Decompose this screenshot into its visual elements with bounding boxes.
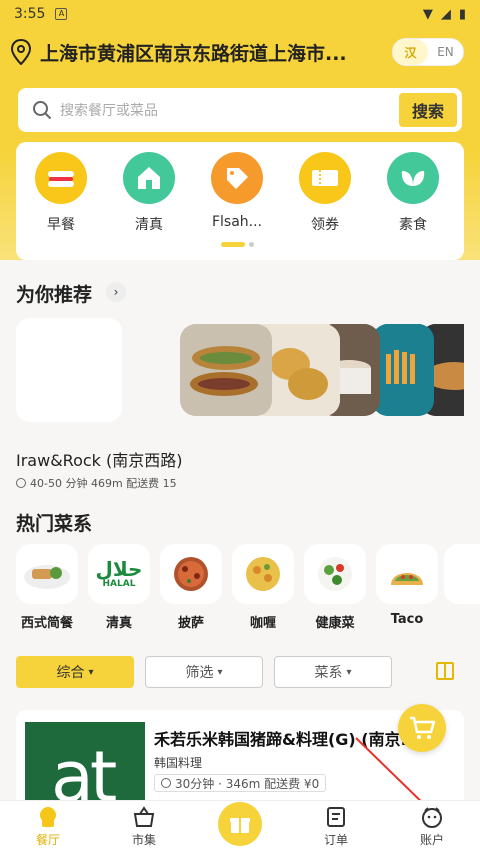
tag-icon bbox=[211, 152, 263, 204]
cuisine-label: Taco bbox=[390, 612, 424, 627]
delivery-info: 30分钟 · 346m 配送费 ¥0 bbox=[175, 776, 320, 791]
account-face-icon bbox=[422, 807, 442, 828]
search-input[interactable]: 搜索餐厅或菜品 bbox=[60, 100, 399, 120]
hotdog-icon bbox=[35, 152, 87, 204]
tab-restaurant[interactable]: 餐厅 bbox=[18, 805, 78, 848]
hot-cuisines-title: 热门菜系 bbox=[16, 513, 93, 535]
tab-market[interactable]: 市集 bbox=[114, 805, 174, 848]
curry-icon bbox=[232, 544, 294, 604]
restaurant-logo: at bbox=[25, 722, 145, 810]
food-image-burrito bbox=[180, 324, 272, 416]
tab-account[interactable]: 账户 bbox=[402, 805, 462, 848]
category-coupon[interactable]: 领券 bbox=[290, 152, 360, 234]
leaf-icon bbox=[387, 152, 439, 204]
restaurant-meta: 30分钟 · 346m 配送费 ¥0 bbox=[154, 774, 327, 792]
salad-icon bbox=[304, 544, 366, 604]
category-label: 素食 bbox=[399, 217, 427, 233]
status-bar: 3:55 A ▼ ◢ ▮ bbox=[0, 0, 480, 28]
search-bar[interactable]: 搜索餐厅或菜品 搜索 bbox=[18, 88, 462, 132]
tab-label: 市集 bbox=[131, 833, 156, 847]
sort-dropdown[interactable]: 综合 ▾ bbox=[16, 656, 134, 688]
category-halal[interactable]: 清真 bbox=[114, 152, 184, 234]
cuisine-pizza[interactable]: 披萨 bbox=[160, 544, 222, 631]
cuisine-label: 清真 bbox=[105, 616, 132, 631]
status-time: 3:55 bbox=[14, 6, 46, 22]
language-switch[interactable]: 汉 EN bbox=[392, 38, 464, 66]
clock-icon bbox=[161, 778, 171, 788]
taco-icon bbox=[376, 544, 438, 604]
category-panel: 早餐 清真 Flsah... 领券 素食 bbox=[16, 142, 464, 260]
western-food-icon bbox=[16, 544, 78, 604]
layout-toggle-icon[interactable] bbox=[436, 662, 454, 680]
gift-button[interactable] bbox=[218, 802, 262, 846]
tab-label: 订单 bbox=[323, 833, 348, 847]
filter-bar: 综合 ▾ 筛选 ▾ 菜系 ▾ bbox=[16, 656, 464, 688]
tab-orders[interactable]: 订单 bbox=[306, 805, 366, 848]
cuisine-taco[interactable]: Taco bbox=[376, 544, 438, 627]
signal-icon: ◢ bbox=[440, 6, 451, 22]
battery-icon: ▮ bbox=[458, 6, 466, 22]
cart-button[interactable] bbox=[398, 704, 446, 752]
cuisine-halal[interactable]: حلال HALAL 清真 bbox=[88, 544, 150, 631]
cuisine-healthy[interactable]: 健康菜 bbox=[304, 544, 366, 631]
filter-dropdown[interactable]: 筛选 ▾ bbox=[145, 656, 263, 688]
delivery-info: 40-50 分钟 469m 配送费 15 bbox=[30, 477, 177, 490]
restaurant-type: 韩国料理 bbox=[154, 756, 203, 770]
category-label: 领券 bbox=[311, 217, 339, 233]
cuisine-western[interactable]: 西式简餐 bbox=[16, 544, 78, 631]
cuisine-list: 西式简餐 حلال HALAL 清真 披萨 咖喱 健康菜 Taco bbox=[16, 544, 480, 634]
basket-icon bbox=[133, 806, 155, 827]
halal-logo-icon: حلال HALAL bbox=[88, 544, 150, 604]
recommend-logo-placeholder[interactable] bbox=[16, 318, 122, 422]
cuisine-filter-label: 菜系 bbox=[314, 665, 343, 681]
cuisine-label: 披萨 bbox=[177, 616, 204, 631]
gift-icon bbox=[230, 818, 250, 833]
cuisine-label: 咖喱 bbox=[249, 616, 276, 631]
tab-label: 餐厅 bbox=[35, 833, 60, 847]
coupon-icon bbox=[299, 152, 351, 204]
recommend-restaurant-name[interactable]: Iraw&Rock (南京西路) bbox=[16, 447, 183, 471]
category-flash[interactable]: Flsah... bbox=[202, 152, 272, 230]
sort-label: 综合 bbox=[56, 665, 85, 681]
chevron-down-icon: ▾ bbox=[217, 666, 223, 678]
filter-label: 筛选 bbox=[185, 665, 214, 681]
wifi-icon: ▼ bbox=[422, 6, 433, 22]
language-en[interactable]: EN bbox=[428, 39, 463, 65]
halal-badge: HALAL bbox=[102, 579, 136, 589]
mosque-icon bbox=[123, 152, 175, 204]
food-image-fries bbox=[372, 324, 434, 416]
search-icon bbox=[33, 101, 52, 120]
restaurant-card[interactable]: at 禾若乐米韩国猪蹄&料理(G) (南京... 韩国料理 30分钟 · 346… bbox=[16, 710, 464, 810]
recommend-title: 为你推荐 bbox=[16, 284, 93, 306]
category-vegetarian[interactable]: 素食 bbox=[378, 152, 448, 234]
cuisine-dropdown[interactable]: 菜系 ▾ bbox=[274, 656, 392, 688]
pizza-icon bbox=[160, 544, 222, 604]
cuisine-label: 健康菜 bbox=[315, 616, 355, 631]
chef-hat-icon bbox=[40, 807, 56, 827]
language-zh[interactable]: 汉 bbox=[393, 39, 428, 65]
cart-icon bbox=[410, 716, 435, 739]
carousel-indicator bbox=[221, 242, 254, 247]
category-breakfast[interactable]: 早餐 bbox=[26, 152, 96, 234]
tab-label: 账户 bbox=[419, 833, 444, 847]
location-row[interactable]: 上海市黄浦区南京东路街道上海市... 汉 EN bbox=[10, 34, 470, 70]
cuisine-curry[interactable]: 咖喱 bbox=[232, 544, 294, 631]
cuisine-label: 西式简餐 bbox=[20, 616, 73, 631]
location-address[interactable]: 上海市黄浦区南京东路街道上海市... bbox=[40, 39, 370, 66]
logo-text: at bbox=[51, 736, 117, 810]
recommend-more-button[interactable]: › bbox=[106, 282, 126, 302]
chevron-down-icon: ▾ bbox=[346, 666, 352, 678]
recommend-images[interactable] bbox=[180, 324, 464, 416]
recommend-restaurant-meta: 40-50 分钟 469m 配送费 15 bbox=[16, 475, 177, 491]
search-button[interactable]: 搜索 bbox=[399, 93, 457, 127]
cuisine-more[interactable] bbox=[444, 544, 480, 604]
category-label: 早餐 bbox=[47, 217, 75, 233]
notification-icon: A bbox=[55, 8, 68, 20]
order-list-icon bbox=[327, 807, 345, 827]
category-label: 清真 bbox=[135, 217, 163, 233]
location-pin-icon bbox=[10, 38, 32, 66]
clock-icon bbox=[16, 478, 26, 488]
chevron-down-icon: ▾ bbox=[88, 666, 94, 678]
category-label: Flsah... bbox=[211, 214, 263, 230]
